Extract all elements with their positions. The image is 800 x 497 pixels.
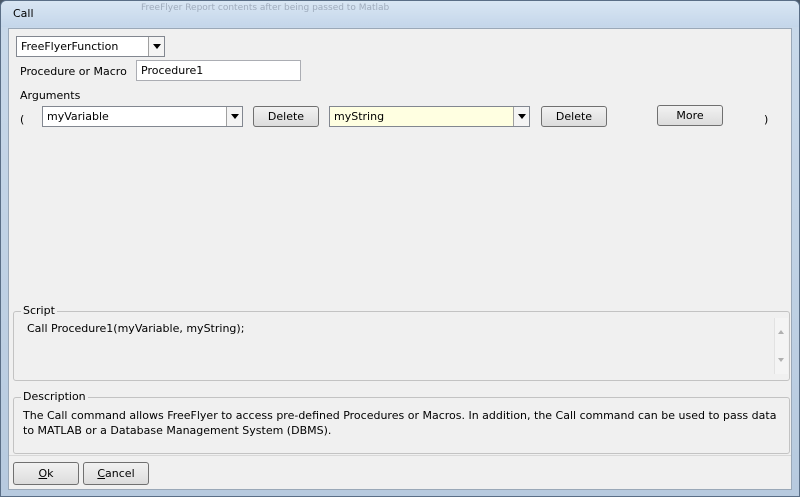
function-type-value: FreeFlyerFunction	[21, 40, 119, 53]
footer-divider	[9, 455, 791, 456]
procedure-input-value: Procedure1	[141, 64, 204, 77]
description-group-title: Description	[21, 390, 88, 403]
script-group-title: Script	[21, 304, 57, 317]
description-group: Description The Call command allows Free…	[13, 390, 790, 454]
title-bar[interactable]: Call FreeFlyer Report contents after bei…	[1, 1, 799, 27]
arguments-label: Arguments	[20, 89, 81, 102]
description-text: The Call command allows FreeFlyer to acc…	[23, 409, 777, 437]
cancel-label-rest: ancel	[105, 467, 135, 480]
script-scrollbar[interactable]	[774, 318, 788, 374]
close-paren: )	[764, 113, 769, 126]
argument-select-1[interactable]: myVariable	[42, 106, 243, 127]
open-paren: (	[20, 113, 25, 126]
scroll-up-icon[interactable]	[778, 330, 784, 334]
background-window-text: FreeFlyer Report contents after being pa…	[141, 3, 390, 13]
call-dialog-window: Call FreeFlyer Report contents after bei…	[0, 0, 800, 497]
argument-1-value: myVariable	[47, 110, 109, 123]
dialog-client-area: FreeFlyerFunction Procedure or Macro Pro…	[8, 28, 792, 490]
script-group: Script Call Procedure1(myVariable, myStr…	[13, 304, 790, 381]
delete-argument-1-button[interactable]: Delete	[253, 106, 319, 127]
cancel-button[interactable]: Cancel	[83, 462, 149, 485]
more-arguments-button[interactable]: More	[657, 105, 723, 126]
ok-accelerator: O	[38, 467, 48, 480]
procedure-label: Procedure or Macro	[20, 65, 127, 78]
delete-argument-2-button[interactable]: Delete	[541, 106, 607, 127]
argument-2-value: myString	[334, 110, 385, 123]
chevron-down-icon[interactable]	[148, 37, 164, 56]
procedure-input[interactable]: Procedure1	[136, 60, 301, 81]
script-text[interactable]: Call Procedure1(myVariable, myString);	[27, 322, 244, 335]
chevron-down-icon[interactable]	[513, 107, 529, 126]
ok-label-rest: k	[47, 467, 54, 480]
ok-button[interactable]: Ok	[13, 462, 79, 485]
window-title: Call	[13, 7, 34, 20]
function-type-select[interactable]: FreeFlyerFunction	[16, 36, 165, 57]
argument-select-2[interactable]: myString	[329, 106, 530, 127]
chevron-down-icon[interactable]	[226, 107, 242, 126]
scroll-down-icon[interactable]	[778, 358, 784, 362]
cancel-accelerator: C	[97, 467, 106, 480]
